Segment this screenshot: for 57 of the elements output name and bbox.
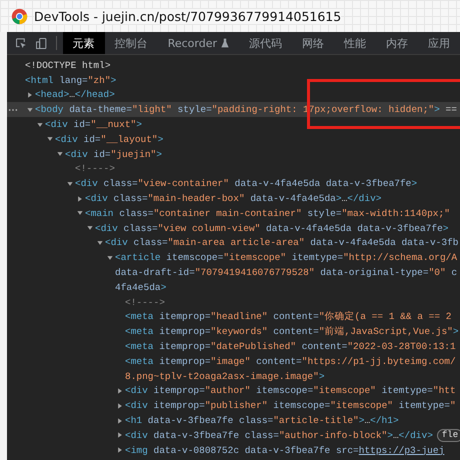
panel-tab[interactable]: 源代码 xyxy=(239,32,292,54)
panel-tab[interactable]: 网络 xyxy=(292,32,334,54)
code-line: <meta itemprop="image" content="https://p1-jj.byteimg.com/ xyxy=(125,356,456,367)
code-line: <div itemprop="author" itemscope="itemscope" itemtype="htt xyxy=(125,385,456,396)
browser-logo-icon xyxy=(11,8,28,24)
triangle-down-icon[interactable] xyxy=(107,254,113,261)
code-line: <h1 data-v-3fbea7fe class="article-title">…</h1> xyxy=(125,415,399,426)
flask-icon xyxy=(221,38,229,48)
code-line: <div class="main-area article-area" data-v-4fa4e5da data-v-3fb xyxy=(105,237,458,248)
triangle-down-icon[interactable] xyxy=(37,122,43,128)
triangle-down-icon[interactable] xyxy=(47,136,53,142)
triangle-down-icon[interactable] xyxy=(57,151,63,158)
code-line: <img data-v-0808752c data-v-3fbea7fe src=https://p3-juej xyxy=(125,444,444,456)
triangle-right-icon[interactable] xyxy=(117,388,123,394)
layout-badge[interactable]: fle xyxy=(436,428,460,442)
inspect-icon[interactable] xyxy=(15,36,28,50)
triangle-right-icon[interactable] xyxy=(117,447,123,454)
triangle-down-icon[interactable] xyxy=(67,180,73,187)
code-line: <div itemprop="publisher" itemscope="itemscope" itemtype=" xyxy=(125,400,456,412)
panel-tab[interactable]: 应用 xyxy=(418,32,460,54)
triangle-down-icon[interactable] xyxy=(87,225,93,232)
triangle-down-icon[interactable] xyxy=(77,210,83,216)
triangle-right-icon[interactable] xyxy=(117,432,123,438)
code-line: <main class="container main-container" style="max-width:1140px;" xyxy=(85,208,450,219)
code-line: <html lang="zh"> xyxy=(25,74,116,86)
code-line: <div id="juejin"> xyxy=(65,148,162,160)
device-icon[interactable] xyxy=(35,36,48,50)
triangle-down-icon[interactable] xyxy=(97,240,103,246)
code-line: data-draft-id="7079419416076779528" data-original-type="0" c xyxy=(115,267,458,278)
code-line: <div class="view column-view" data-v-4fa4e5da data-v-3fbea7fe> xyxy=(95,222,448,234)
code-line: <!----> xyxy=(125,296,165,308)
triangle-right-icon[interactable] xyxy=(27,92,33,98)
more-icon[interactable] xyxy=(8,108,18,112)
code-line: 8.png~tplv-t2oaga2asx-image.image"> xyxy=(125,370,325,382)
panel-tab[interactable]: 元素 xyxy=(62,32,105,54)
code-line: <div data-v-3fbea7fe class="author-info-block">…</div> xyxy=(125,430,433,441)
triangle-right-icon[interactable] xyxy=(77,196,83,202)
code-line: <meta itemprop="headline" content="你确定(a == 1 && a == 2 xyxy=(125,310,452,324)
triangle-right-icon[interactable] xyxy=(117,418,123,424)
panel-tab[interactable]: 控制台 xyxy=(104,32,158,54)
code-line: <div id="__layout"> xyxy=(55,134,164,145)
code-line: <div class="main-header-box" data-v-4fa4e5da>…</div> xyxy=(85,193,382,204)
panel-tab[interactable]: Recorder xyxy=(158,32,239,54)
code-line: <div id="__nuxt"> xyxy=(45,119,142,130)
code-line: <head>…</head> xyxy=(35,89,115,100)
code-line: <!----> xyxy=(75,163,115,174)
code-line: <!DOCTYPE html> xyxy=(25,60,111,71)
code-line: <article itemscope="itemscope" itemtype="http://schema.org/A xyxy=(115,252,458,264)
code-line: 4fa4e5da> xyxy=(115,282,166,293)
window-title: DevTools - juejin.cn/post/7079936779914051615 xyxy=(34,8,342,24)
panel-tab[interactable]: 性能 xyxy=(334,32,376,54)
code-line: <meta itemprop="keywords" content="前端,JavaScript,Vue.js"> xyxy=(125,325,459,338)
code-line: <div class="view-container" data-v-4fa4e5da data-v-3fbea7fe> xyxy=(75,178,418,190)
triangle-down-icon[interactable] xyxy=(27,106,33,113)
panel-tab[interactable]: 内存 xyxy=(376,32,418,54)
code-line: <meta itemprop="datePublished" content="2022-03-28T00:13:1 xyxy=(125,341,456,352)
triangle-right-icon[interactable] xyxy=(117,402,123,409)
